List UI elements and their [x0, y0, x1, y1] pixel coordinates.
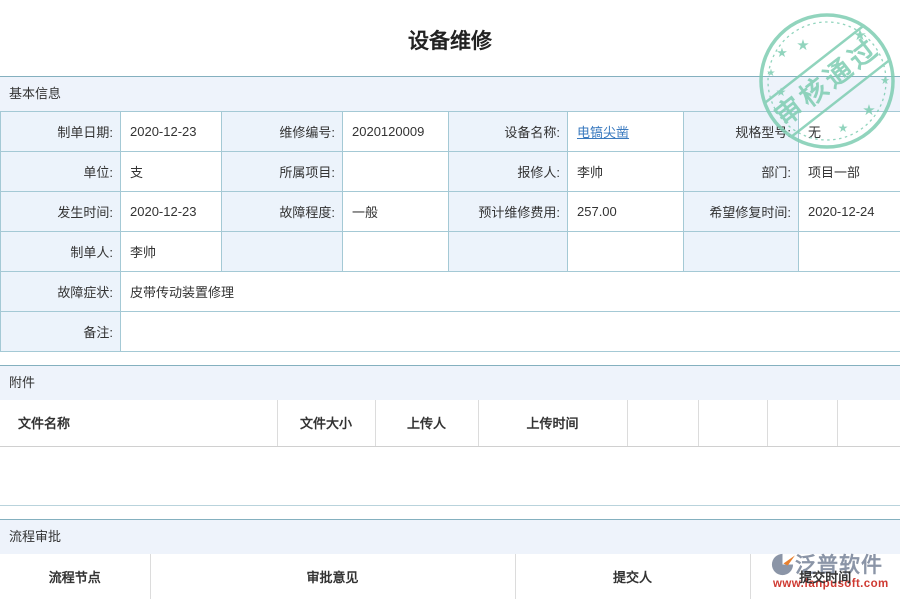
field-value: 李帅	[121, 232, 222, 272]
col-header-flow-node: 流程节点	[0, 554, 150, 599]
table-header-row: 文件名称 文件大小 上传人 上传时间	[0, 400, 900, 446]
field-value: 皮带传动装置修理	[121, 272, 900, 312]
field-value	[121, 312, 900, 352]
field-label: 备注:	[1, 312, 121, 352]
field-label: 制单人:	[1, 232, 121, 272]
field-label: 设备名称:	[449, 112, 568, 152]
section-approval-flow: 流程审批	[0, 519, 900, 554]
field-value: 一般	[343, 192, 449, 232]
table-header-row: 流程节点 审批意见 提交人 提交时间	[0, 554, 900, 599]
field-label: 单位:	[1, 152, 121, 192]
field-label: 预计维修费用:	[449, 192, 568, 232]
field-value: 2020-12-24	[799, 192, 900, 232]
col-header-uploader: 上传人	[375, 400, 478, 446]
field-label: 规格型号:	[684, 112, 799, 152]
attachments-empty-body	[0, 447, 900, 506]
field-value	[343, 152, 449, 192]
section-attachments: 附件	[0, 365, 900, 400]
field-value: 2020-12-23	[121, 192, 222, 232]
field-value: 2020-12-23	[121, 112, 222, 152]
col-header-empty	[627, 400, 698, 446]
col-header-empty	[837, 400, 900, 446]
field-value	[799, 232, 900, 272]
field-value	[568, 232, 684, 272]
field-value: 支	[121, 152, 222, 192]
col-header-file-size: 文件大小	[277, 400, 375, 446]
field-label: 部门:	[684, 152, 799, 192]
field-label: 故障症状:	[1, 272, 121, 312]
page-title: 设备维修	[0, 0, 900, 76]
section-basic-info: 基本信息	[0, 76, 900, 111]
col-header-approval-opinion: 审批意见	[150, 554, 515, 599]
table-row: 故障症状: 皮带传动装置修理	[1, 272, 900, 312]
field-label: 维修编号:	[222, 112, 343, 152]
table-row: 发生时间: 2020-12-23 故障程度: 一般 预计维修费用: 257.00…	[1, 192, 900, 232]
attachments-table: 文件名称 文件大小 上传人 上传时间	[0, 400, 900, 447]
field-label	[449, 232, 568, 272]
table-row: 备注:	[1, 312, 900, 352]
field-label: 故障程度:	[222, 192, 343, 232]
field-value: 李帅	[568, 152, 684, 192]
col-header-empty	[767, 400, 837, 446]
section-divider	[0, 506, 900, 519]
field-value: 项目一部	[799, 152, 900, 192]
field-label: 发生时间:	[1, 192, 121, 232]
field-value: 2020120009	[343, 112, 449, 152]
field-value	[343, 232, 449, 272]
field-label: 报修人:	[449, 152, 568, 192]
table-row: 制单人: 李帅	[1, 232, 900, 272]
field-value: 无	[799, 112, 900, 152]
table-row: 制单日期: 2020-12-23 维修编号: 2020120009 设备名称: …	[1, 112, 900, 152]
field-label	[684, 232, 799, 272]
col-header-file-name: 文件名称	[0, 400, 277, 446]
field-label	[222, 232, 343, 272]
col-header-submitter: 提交人	[515, 554, 750, 599]
approval-table: 流程节点 审批意见 提交人 提交时间	[0, 554, 900, 599]
col-header-empty	[698, 400, 767, 446]
field-label: 希望修复时间:	[684, 192, 799, 232]
col-header-submit-time: 提交时间	[750, 554, 900, 599]
basic-info-table: 制单日期: 2020-12-23 维修编号: 2020120009 设备名称: …	[0, 111, 900, 352]
field-value: 电镐尖凿	[568, 112, 684, 152]
table-row: 单位: 支 所属项目: 报修人: 李帅 部门: 项目一部	[1, 152, 900, 192]
field-value: 257.00	[568, 192, 684, 232]
section-divider	[0, 352, 900, 365]
col-header-upload-time: 上传时间	[478, 400, 627, 446]
device-name-link[interactable]: 电镐尖凿	[577, 125, 629, 140]
field-label: 制单日期:	[1, 112, 121, 152]
field-label: 所属项目:	[222, 152, 343, 192]
